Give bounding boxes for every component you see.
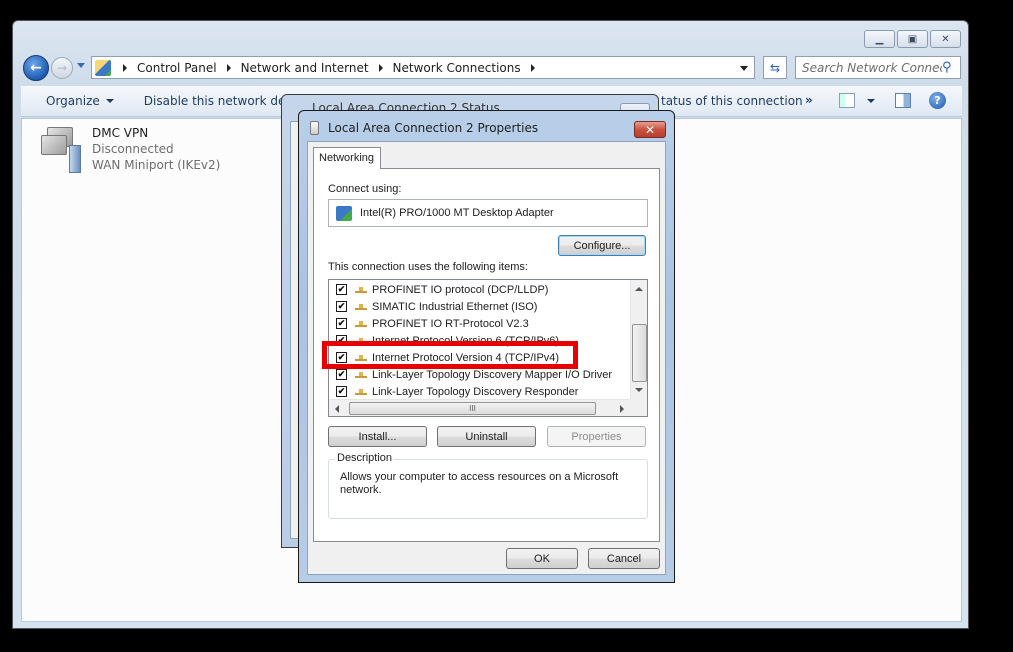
protocol-icon <box>355 371 367 378</box>
more-commands-button[interactable]: » <box>805 93 813 107</box>
checkbox[interactable]: ✔ <box>336 318 347 329</box>
horizontal-scrollbar[interactable]: III <box>329 399 632 416</box>
list-item-label: Link-Layer Topology Discovery Responder <box>372 385 579 398</box>
protocol-icon <box>355 388 367 395</box>
close-icon: ✕ <box>644 122 656 137</box>
close-icon: ✕ <box>941 33 950 45</box>
navigation-bar: ← → Control Panel Network and Internet N… <box>21 55 961 81</box>
breadcrumb-network-connections[interactable]: Network Connections <box>393 61 521 75</box>
back-button[interactable]: ← <box>23 55 49 81</box>
ipv4-highlight-box <box>322 341 578 369</box>
search-icon[interactable]: ⚲ <box>942 60 960 75</box>
organize-menu[interactable]: Organize <box>38 94 122 108</box>
list-item[interactable]: ✔ PROFINET IO protocol (DCP/LLDP) <box>329 281 548 298</box>
description-group: Description Allows your computer to acce… <box>328 452 648 519</box>
recent-pages-dropdown[interactable] <box>77 63 85 68</box>
close-button[interactable]: ✕ <box>930 30 961 48</box>
breadcrumb-separator-icon[interactable] <box>123 63 127 72</box>
protocol-icon <box>355 286 367 293</box>
refresh-button[interactable]: ⇆ <box>763 56 787 79</box>
connection-device: WAN Miniport (IKEv2) <box>92 158 221 172</box>
connection-name: DMC VPN <box>92 126 149 140</box>
tab-networking[interactable]: Networking <box>313 147 381 169</box>
list-item-label: PROFINET IO RT-Protocol V2.3 <box>372 317 529 330</box>
horizontal-scroll-thumb[interactable]: III <box>349 402 596 415</box>
back-arrow-icon: ← <box>30 60 42 76</box>
scroll-down-icon[interactable] <box>635 388 643 392</box>
ok-button[interactable]: OK <box>506 548 578 569</box>
minimize-icon: ▁ <box>875 33 884 45</box>
vertical-scrollbar[interactable] <box>630 280 647 399</box>
minimize-button[interactable]: ▁ <box>864 30 895 48</box>
control-panel-icon <box>95 59 111 76</box>
scrollbar-corner <box>630 399 647 416</box>
checkbox[interactable]: ✔ <box>336 386 347 397</box>
organize-label: Organize <box>46 94 100 108</box>
description-text: Allows your computer to access resources… <box>340 471 619 496</box>
protocol-icon <box>355 303 367 310</box>
connection-details: DMC VPN Disconnected WAN Miniport (IKEv2… <box>92 125 220 173</box>
chevron-down-icon <box>105 99 114 103</box>
adapter-name: Intel(R) PRO/1000 MT Desktop Adapter <box>360 207 554 219</box>
breadcrumb: Control Panel Network and Internet Netwo… <box>119 61 545 75</box>
scroll-left-icon[interactable] <box>335 405 339 413</box>
breadcrumb-separator-icon[interactable] <box>378 63 383 72</box>
cancel-button[interactable]: Cancel <box>588 548 660 569</box>
connection-item-dmc-vpn[interactable]: DMC VPN Disconnected WAN Miniport (IKEv2… <box>39 125 220 173</box>
list-item-label: SIMATIC Industrial Ethernet (ISO) <box>372 300 538 313</box>
install-button[interactable]: Install... <box>328 426 427 447</box>
breadcrumb-network-and-internet[interactable]: Network and Internet <box>241 61 369 75</box>
address-bar[interactable]: Control Panel Network and Internet Netwo… <box>91 56 755 79</box>
forward-button[interactable]: → <box>51 57 73 79</box>
checkbox[interactable]: ✔ <box>336 369 347 380</box>
list-item-label: PROFINET IO protocol (DCP/LLDP) <box>372 283 549 296</box>
monitor-front-icon <box>41 135 67 155</box>
list-item-label: Link-Layer Topology Discovery Mapper I/O… <box>372 368 613 381</box>
list-item[interactable]: ✔ SIMATIC Industrial Ethernet (ISO) <box>329 298 537 315</box>
maximize-button[interactable]: ▣ <box>897 30 928 48</box>
help-icon[interactable]: ? <box>929 92 946 109</box>
adapter-field: Intel(R) PRO/1000 MT Desktop Adapter <box>328 199 648 227</box>
list-item[interactable]: ✔ PROFINET IO RT-Protocol V2.3 <box>329 315 529 332</box>
search-input[interactable] <box>796 60 942 75</box>
forward-arrow-icon: → <box>56 61 68 75</box>
properties-dialog-title: Local Area Connection 2 Properties <box>328 121 539 135</box>
breadcrumb-separator-icon[interactable] <box>530 63 535 72</box>
maximize-icon: ▣ <box>907 33 918 45</box>
uninstall-button[interactable]: Uninstall <box>437 426 536 447</box>
breadcrumb-control-panel[interactable]: Control Panel <box>137 61 217 75</box>
properties-button[interactable]: Properties <box>547 426 646 447</box>
network-adapter-icon <box>336 205 352 221</box>
configure-button[interactable]: Configure... <box>558 235 646 256</box>
scroll-right-icon[interactable] <box>620 405 624 413</box>
search-box[interactable]: ⚲ <box>795 56 961 79</box>
caption-buttons: ▁ ▣ ✕ <box>864 30 961 48</box>
network-cable-icon <box>310 121 319 135</box>
protocol-icon <box>355 320 367 327</box>
vertical-scroll-thumb[interactable] <box>632 324 647 382</box>
view-status-button[interactable]: tatus of this connection <box>661 94 803 108</box>
refresh-icon: ⇆ <box>769 60 781 75</box>
network-connection-icon <box>39 125 83 173</box>
breadcrumb-separator-icon[interactable] <box>226 63 231 72</box>
checkbox[interactable]: ✔ <box>336 301 347 312</box>
view-options-dropdown[interactable] <box>867 99 875 103</box>
description-label: Description <box>335 452 395 464</box>
server-tower-icon <box>69 145 81 173</box>
change-view-icon[interactable] <box>839 93 855 108</box>
checkbox[interactable]: ✔ <box>336 284 347 295</box>
address-dropdown-icon[interactable] <box>740 66 748 71</box>
list-item[interactable]: ✔ Link-Layer Topology Discovery Responde… <box>329 383 578 400</box>
preview-pane-icon[interactable] <box>895 93 911 108</box>
properties-close-button[interactable]: ✕ <box>634 121 666 138</box>
scroll-up-icon[interactable] <box>635 287 643 291</box>
items-label: This connection uses the following items… <box>328 261 528 273</box>
connect-using-label: Connect using: <box>328 183 402 195</box>
connection-status: Disconnected <box>92 142 174 156</box>
